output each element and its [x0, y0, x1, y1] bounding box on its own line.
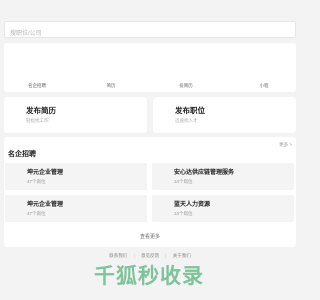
company-name: 安心达供应链管理服务	[174, 170, 235, 176]
footer-link-contact[interactable]: 联系我们	[109, 253, 127, 258]
more-link[interactable]: 更多 >	[279, 142, 292, 148]
quick-nav: 名企招聘 简历 投简历 小程	[4, 43, 296, 92]
famous-companies-section: 名企招聘 更多 > 坤元企业管理 47个岗位 安心达供应链管理服务 34个岗位 …	[4, 137, 296, 247]
company-card[interactable]: 蓝天人力资源 33个岗位	[152, 195, 294, 222]
company-name: 坤元企业管理	[27, 170, 64, 176]
footer-divider: |	[165, 253, 167, 258]
post-resume-subtitle: 轻松找工作	[26, 118, 49, 123]
nav-item-send-resume[interactable]: 投简历	[166, 83, 206, 89]
post-job-subtitle: 迅速找人才	[175, 118, 198, 123]
nav-item-mini-program[interactable]: 小程	[244, 83, 284, 89]
view-more-button[interactable]: 查看更多	[4, 233, 296, 240]
post-job-card[interactable]: 发布职位 迅速找人才	[153, 97, 296, 133]
company-name: 蓝天人力资源	[174, 202, 211, 208]
watermark: 千狐秒收录	[94, 262, 274, 288]
company-job-count: 33个岗位	[174, 211, 193, 216]
section-heading: 名企招聘	[8, 151, 36, 158]
company-job-count: 34个岗位	[174, 179, 193, 184]
company-name: 坤元企业管理	[27, 202, 64, 208]
search-input[interactable]	[5, 26, 295, 42]
post-resume-card[interactable]: 发布简历 轻松找工作	[4, 97, 147, 133]
footer-links: 联系我们 | 意见反馈 | 关于我们	[0, 253, 300, 259]
company-card[interactable]: 坤元企业管理 47个岗位	[5, 195, 147, 222]
post-job-title: 发布职位	[175, 106, 205, 115]
post-resume-title: 发布简历	[26, 106, 56, 115]
company-job-count: 47个岗位	[27, 179, 46, 184]
nav-item-famous-companies[interactable]: 名企招聘	[17, 83, 57, 89]
company-job-count: 47个岗位	[27, 211, 46, 216]
search-box[interactable]	[4, 21, 296, 42]
footer-link-feedback[interactable]: 意见反馈	[141, 253, 159, 258]
footer-divider: |	[133, 253, 135, 258]
watermark-text: 千狐秒收录	[94, 264, 204, 288]
nav-item-resume[interactable]: 简历	[91, 83, 131, 89]
footer-link-about[interactable]: 关于我们	[173, 253, 191, 258]
company-card[interactable]: 坤元企业管理 47个岗位	[5, 163, 147, 190]
company-card[interactable]: 安心达供应链管理服务 34个岗位	[152, 163, 294, 190]
